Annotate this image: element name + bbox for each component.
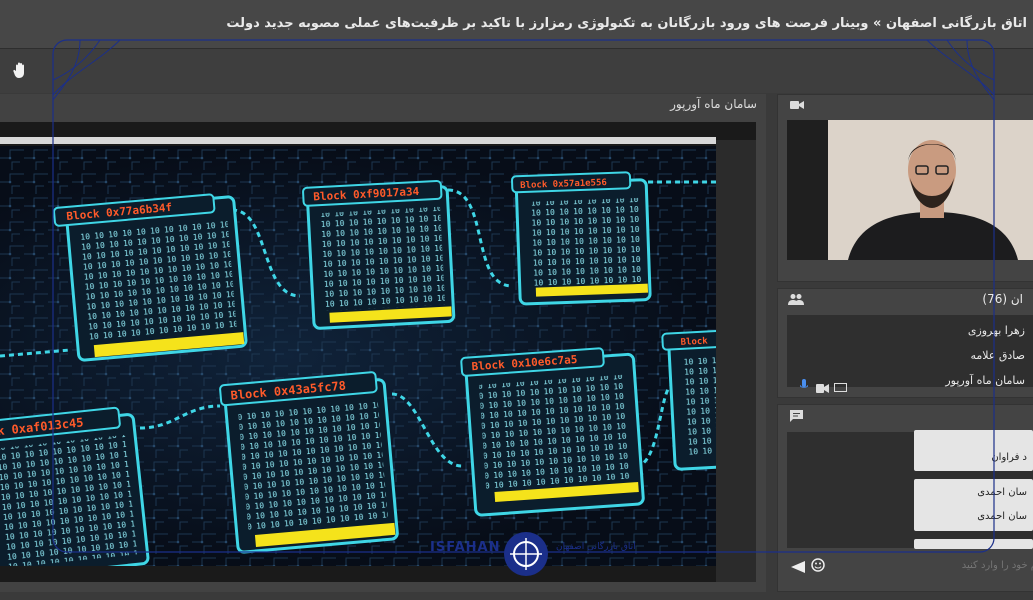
camera-status-icon xyxy=(816,378,829,397)
svg-text:Block: Block xyxy=(680,336,708,347)
chat-message-text: سان احمدی xyxy=(977,511,1027,522)
logo-text-en: ISFAHAN xyxy=(430,540,501,555)
raise-hand-button[interactable] xyxy=(10,60,32,82)
send-icon[interactable] xyxy=(791,558,805,577)
logo-text-fa: اتاق بازرگانی اصفهان xyxy=(556,542,636,552)
block-card: Block 0x57a1e556 xyxy=(511,171,652,306)
chat-message-sender: سان احمدی xyxy=(977,487,1027,498)
chamber-logo xyxy=(500,528,552,580)
chat-message xyxy=(914,539,1033,549)
toolbar xyxy=(0,49,1033,93)
block-card: ck 0xaf013c45 xyxy=(0,406,150,566)
chat-message-text: د فراوان xyxy=(991,452,1027,463)
slide-image: 10 Block 0x77a6b34f Bloc xyxy=(0,146,716,566)
blockchain-illustration: 10 Block 0x77a6b34f Bloc xyxy=(0,146,716,566)
chat-message xyxy=(914,430,1033,471)
block-card: Block 0x10e6c7a5 xyxy=(460,347,645,517)
hand-icon xyxy=(13,62,24,78)
page-title: اتاق بازرگانی اصفهان » وبینار فرصت های و… xyxy=(226,16,1027,31)
block-card: Block 0x77a6b34f xyxy=(53,193,248,362)
user-item[interactable]: صادق علامه xyxy=(970,349,1025,362)
chat-input[interactable] xyxy=(830,555,1033,575)
users-icon xyxy=(788,293,804,309)
block-card: Block 0xf9017a34 xyxy=(302,179,456,330)
user-item[interactable]: سامان ماه آورپور xyxy=(945,374,1025,387)
slide-top-strip xyxy=(0,137,716,144)
webcam-feed xyxy=(828,120,1033,260)
user-item[interactable]: زهرا بهروزی xyxy=(968,324,1025,337)
users-count-header: ان (76) xyxy=(982,292,1023,306)
slide-scroll-area[interactable] xyxy=(716,140,756,582)
video-camera-icon xyxy=(790,99,804,115)
chat-icon xyxy=(790,410,803,426)
microphone-icon xyxy=(799,376,809,395)
block-card: Block 0x43a5fc78 xyxy=(219,371,399,554)
screen-icon xyxy=(834,378,847,397)
emoji-icon[interactable] xyxy=(811,557,825,576)
presenter-name: سامان ماه آورپور xyxy=(670,97,757,111)
